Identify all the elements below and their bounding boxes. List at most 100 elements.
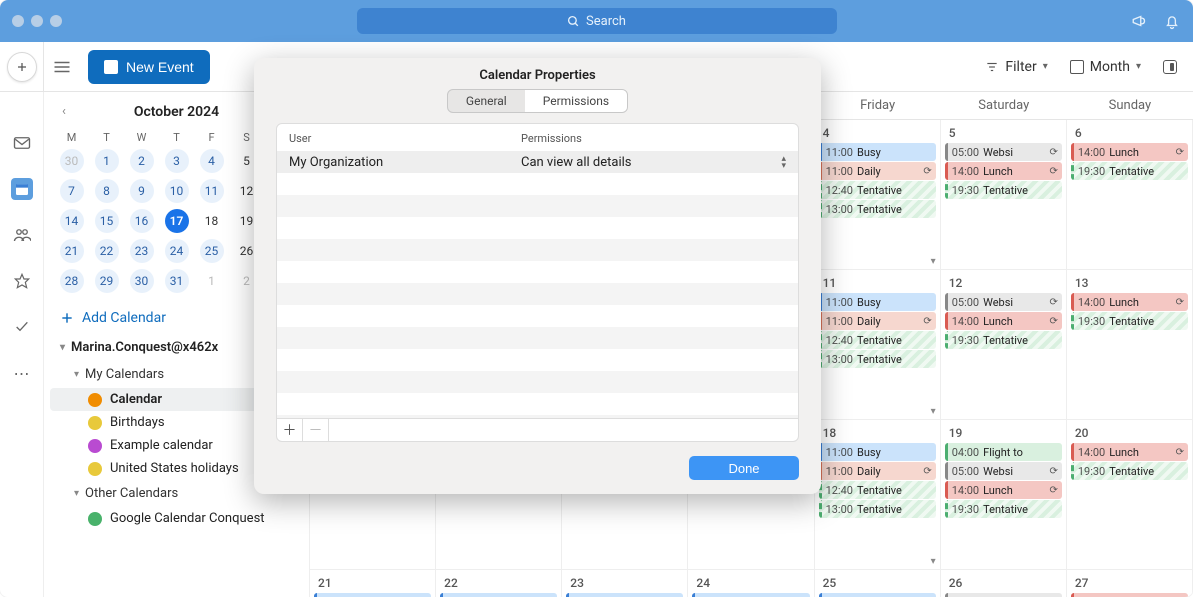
day-cell[interactable]: 614:00Lunch⟳19:30Tentative xyxy=(1067,120,1193,270)
day-cell[interactable]: 2014:00Lunch⟳19:30Tentative xyxy=(1067,420,1193,570)
event[interactable]: 14:00Lunch⟳ xyxy=(945,481,1062,499)
bell-icon[interactable] xyxy=(1163,12,1181,30)
mini-day-cell[interactable]: 2 xyxy=(124,148,159,174)
mini-day-cell[interactable]: 8 xyxy=(89,178,124,204)
rail-calendar[interactable] xyxy=(11,178,33,200)
remove-permission-button[interactable]: － xyxy=(303,419,329,441)
day-cell[interactable]: 2411:00Busy11:00Daily⟳12:00Lunch⟳ xyxy=(688,570,814,597)
new-event-button[interactable]: New Event xyxy=(88,50,210,84)
day-cell[interactable]: 2605:00Websi⟳14:00Lunch⟳19:30Tentative xyxy=(941,570,1067,597)
mini-day-cell[interactable]: 29 xyxy=(89,268,124,294)
event[interactable]: 19:30Tentative xyxy=(945,331,1062,349)
event[interactable]: 11:00Busy xyxy=(819,443,936,461)
sidebar-toggle[interactable] xyxy=(44,60,80,74)
day-cell[interactable]: 1314:00Lunch⟳19:30Tentative xyxy=(1067,270,1193,420)
event[interactable]: 04:00Flight to xyxy=(945,443,1062,461)
mini-day-cell[interactable]: 7 xyxy=(54,178,89,204)
mini-day-cell[interactable]: 30 xyxy=(124,268,159,294)
event[interactable]: 13:00Tentative xyxy=(819,500,936,518)
mini-day-cell[interactable]: 17 xyxy=(159,208,194,234)
mini-day-cell[interactable]: 23 xyxy=(124,238,159,264)
mini-day-cell[interactable]: 30 xyxy=(54,148,89,174)
mini-day-cell[interactable]: 15 xyxy=(89,208,124,234)
traffic-max-icon[interactable] xyxy=(50,15,62,27)
window-controls[interactable] xyxy=(12,15,62,27)
mini-day-cell[interactable]: 14 xyxy=(54,208,89,234)
event[interactable]: 11:00Busy xyxy=(819,143,936,161)
day-cell[interactable]: 1904:00Flight to05:00Websi⟳14:00Lunch⟳19… xyxy=(941,420,1067,570)
event[interactable]: 13:00Tentative xyxy=(819,350,936,368)
mini-day-cell[interactable]: 10 xyxy=(159,178,194,204)
event[interactable]: 12:40Tentative xyxy=(819,331,936,349)
mini-day-cell[interactable]: 18 xyxy=(194,208,229,234)
event[interactable]: 11:00Busy xyxy=(819,593,936,597)
mini-day-cell[interactable]: 16 xyxy=(124,208,159,234)
rail-more[interactable]: ⋯ xyxy=(11,362,33,384)
event[interactable]: 19:30Tentative xyxy=(945,181,1062,199)
event[interactable]: 14:00Lunch⟳ xyxy=(945,312,1062,330)
day-cell[interactable]: 505:00Websi⟳14:00Lunch⟳19:30Tentative xyxy=(941,120,1067,270)
event[interactable]: 11:00Busy xyxy=(440,593,557,597)
day-cell[interactable]: 1811:00Busy11:00Daily⟳12:40Tentative13:0… xyxy=(815,420,941,570)
mini-day-cell[interactable]: 4 xyxy=(194,148,229,174)
day-cell[interactable]: 2715:00Lunch⟳19:30Tentative xyxy=(1067,570,1193,597)
search-input[interactable]: Search xyxy=(357,8,837,34)
day-cell[interactable]: 2211:00Busy11:00Daily⟳12:00Lunch⟳ xyxy=(436,570,562,597)
event[interactable]: 12:40Tentative xyxy=(819,181,936,199)
event[interactable]: 11:00Busy xyxy=(819,293,936,311)
traffic-close-icon[interactable] xyxy=(12,15,24,27)
mini-day-cell[interactable]: 22 xyxy=(89,238,124,264)
event[interactable]: 19:30Tentative xyxy=(1071,462,1188,480)
event[interactable]: 11:00Daily⟳ xyxy=(819,312,936,330)
tab-general[interactable]: General xyxy=(448,90,525,112)
day-cell[interactable]: 411:00Busy11:00Daily⟳12:40Tentative13:00… xyxy=(815,120,941,270)
updown-icon[interactable]: ▴▾ xyxy=(781,156,786,170)
mini-day-cell[interactable]: 3 xyxy=(159,148,194,174)
event[interactable]: 11:00Daily⟳ xyxy=(819,162,936,180)
mini-day-cell[interactable]: 21 xyxy=(54,238,89,264)
permissions-row[interactable]: My Organization Can view all details ▴▾ xyxy=(277,152,798,173)
more-events-icon[interactable]: ▾ xyxy=(931,556,936,567)
mini-day-cell[interactable]: 25 xyxy=(194,238,229,264)
traffic-min-icon[interactable] xyxy=(31,15,43,27)
mini-day-cell[interactable]: 9 xyxy=(124,178,159,204)
more-events-icon[interactable]: ▾ xyxy=(931,406,936,417)
day-cell[interactable]: 2511:00Busy11:00Daily⟳12:00Lunch⟳ xyxy=(815,570,941,597)
prev-month[interactable]: ‹ xyxy=(56,100,72,123)
mini-day-cell[interactable]: 28 xyxy=(54,268,89,294)
event[interactable]: 13:00Tentative xyxy=(819,200,936,218)
event[interactable]: 15:00Lunch⟳ xyxy=(1071,593,1188,597)
rail-mail[interactable] xyxy=(11,132,33,154)
calendar-item[interactable]: Google Calendar Conquest xyxy=(44,507,309,530)
event[interactable]: 11:00Daily⟳ xyxy=(819,462,936,480)
done-button[interactable]: Done xyxy=(689,456,799,480)
mini-day-cell[interactable]: 24 xyxy=(159,238,194,264)
event[interactable]: 11:00Busy xyxy=(314,593,431,597)
compose-button[interactable] xyxy=(7,52,37,82)
rail-star[interactable] xyxy=(11,270,33,292)
event[interactable]: 14:00Lunch⟳ xyxy=(1071,293,1188,311)
view-switcher[interactable]: Month ▾ xyxy=(1064,55,1147,79)
event[interactable]: 12:40Tentative xyxy=(819,481,936,499)
rail-people[interactable] xyxy=(11,224,33,246)
event[interactable]: 19:30Tentative xyxy=(1071,312,1188,330)
day-cell[interactable]: 1205:00Websi⟳14:00Lunch⟳19:30Tentative xyxy=(941,270,1067,420)
day-cell[interactable]: 1111:00Busy11:00Daily⟳12:40Tentative13:0… xyxy=(815,270,941,420)
more-events-icon[interactable]: ▾ xyxy=(931,256,936,267)
event[interactable]: 05:00Websi⟳ xyxy=(945,143,1062,161)
event[interactable]: 11:00Busy xyxy=(692,593,809,597)
mini-day-cell[interactable]: 11 xyxy=(194,178,229,204)
panel-toggle[interactable] xyxy=(1157,56,1183,78)
megaphone-icon[interactable] xyxy=(1131,12,1149,30)
event[interactable]: 19:30Tentative xyxy=(945,500,1062,518)
event[interactable]: 05:00Websi⟳ xyxy=(945,593,1062,597)
event[interactable]: 14:00Lunch⟳ xyxy=(945,162,1062,180)
event[interactable]: 05:00Websi⟳ xyxy=(945,462,1062,480)
event[interactable]: 19:30Tentative xyxy=(1071,162,1188,180)
mini-day-cell[interactable]: 1 xyxy=(194,268,229,294)
tab-permissions[interactable]: Permissions xyxy=(525,90,627,112)
rail-tasks[interactable] xyxy=(11,316,33,338)
event[interactable]: 14:00Lunch⟳ xyxy=(1071,143,1188,161)
day-cell[interactable]: 2111:00Busy11:00Daily⟳11:30Lunch⟳ xyxy=(310,570,436,597)
filter-button[interactable]: Filter ▾ xyxy=(979,55,1053,79)
